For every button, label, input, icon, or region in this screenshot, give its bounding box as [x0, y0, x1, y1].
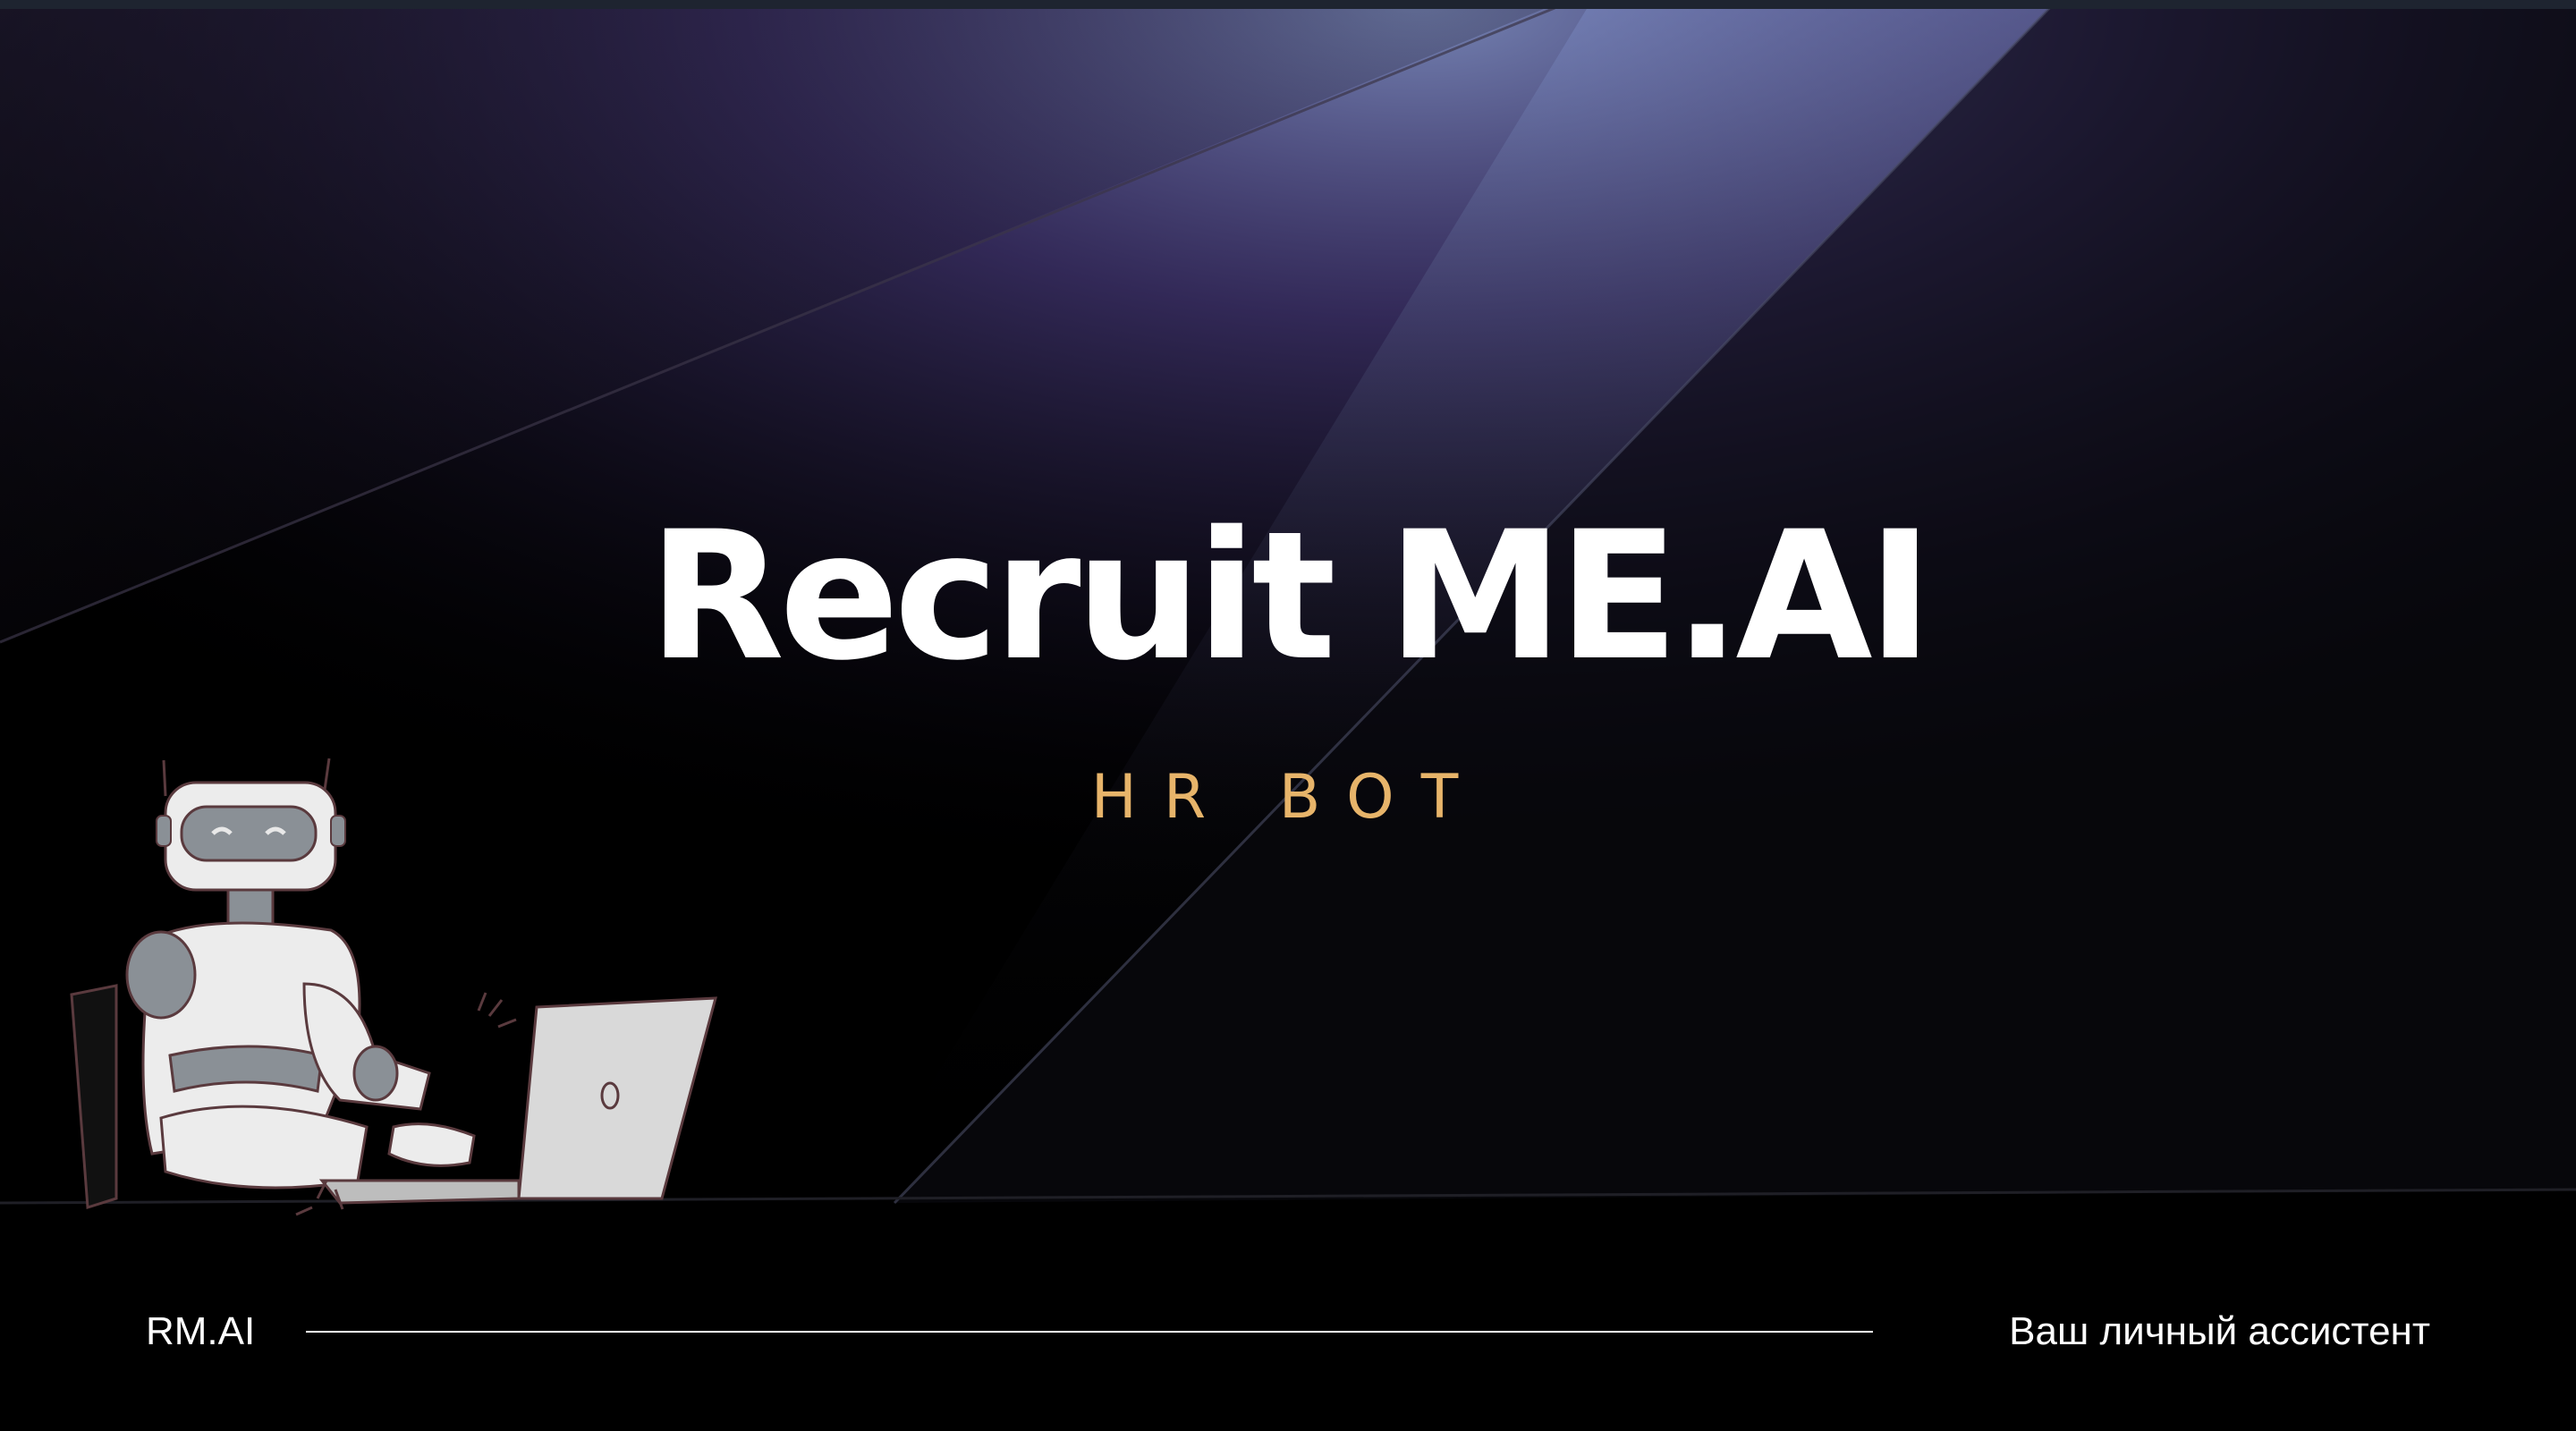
slide-title: Recruit ME.AI — [648, 493, 1934, 699]
title-slide: Recruit ME.AI HR BOT RM.AI Ваш личный ас… — [0, 0, 2576, 1431]
footer-tagline: Ваш личный ассистент — [2009, 1309, 2430, 1353]
footer-brand: RM.AI — [146, 1309, 256, 1353]
footer-divider — [306, 1331, 1873, 1333]
robot-at-laptop-illustration — [70, 758, 717, 1216]
